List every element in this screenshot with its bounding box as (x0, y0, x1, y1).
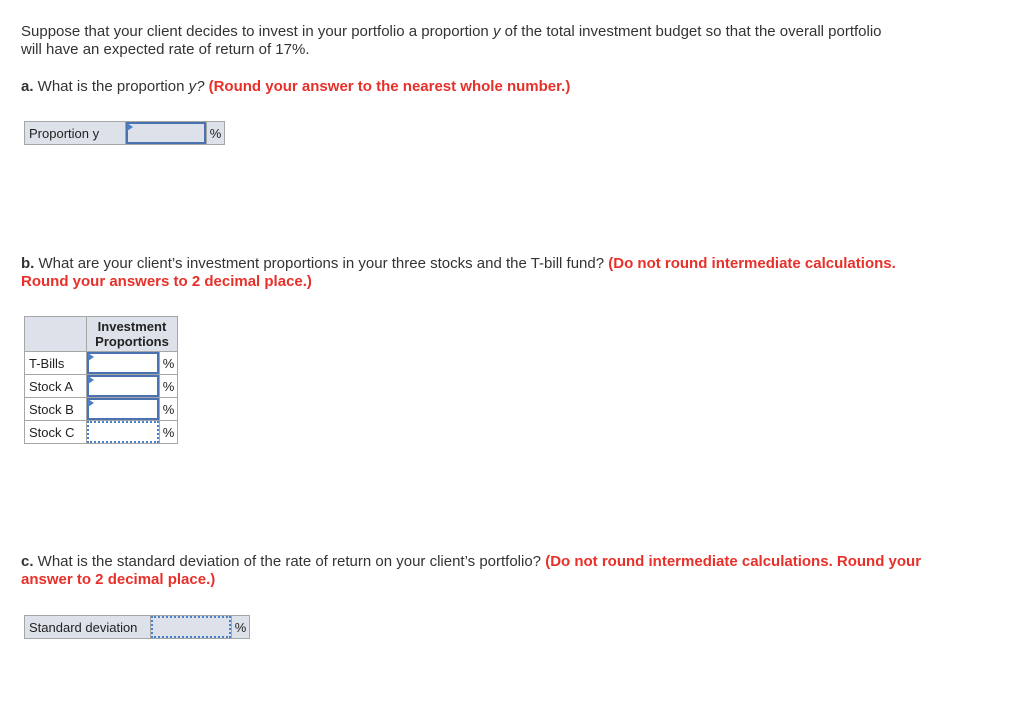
problem-statement: Suppose that your client decides to inve… (21, 23, 882, 59)
part-c-question: c. What is the standard deviation of the… (21, 553, 921, 589)
percent-unit: % (159, 420, 178, 444)
stock-c-input[interactable] (87, 421, 159, 443)
stock-a-input[interactable] (87, 375, 159, 397)
intro-text: Suppose that your client decides to inve… (21, 23, 493, 40)
intro-text: will have an expected rate of return of … (21, 41, 310, 58)
input-flag-icon (127, 123, 133, 131)
table-row: Stock C % (24, 420, 178, 444)
part-a-letter: a. (21, 78, 34, 95)
standard-deviation-row: Standard deviation % (24, 615, 250, 639)
part-c-answer-table: Standard deviation % (24, 615, 250, 639)
stock-c-cell (86, 420, 160, 444)
investment-proportions-header: Investment Proportions (86, 316, 178, 352)
part-a-instruction: (Round your answer to the nearest whole … (204, 78, 571, 95)
header-line: Investment (97, 319, 167, 334)
part-a-text: What is the proportion (33, 78, 189, 95)
standard-deviation-label: Standard deviation (24, 615, 151, 639)
stock-b-input[interactable] (87, 398, 159, 420)
row-label-stock-a: Stock A (24, 374, 87, 398)
investment-proportions-table: Investment Proportions T-Bills % Stock A… (24, 316, 178, 444)
row-label-t-bills: T-Bills (24, 351, 87, 375)
table-row: Stock A % (24, 374, 178, 398)
percent-unit: % (231, 615, 250, 639)
standard-deviation-cell (150, 615, 232, 639)
intro-text: of the total investment budget so that t… (500, 23, 882, 40)
part-b-instruction: Round your answers to 2 decimal place.) (21, 273, 312, 290)
part-c-text: What is the standard deviation of the ra… (33, 553, 546, 570)
proportion-y-label: Proportion y (24, 121, 126, 145)
part-b-question: b. What are your client’s investment pro… (21, 255, 896, 291)
empty-header-cell (24, 316, 87, 352)
proportion-y-row: Proportion y % (24, 121, 225, 145)
row-label-stock-c: Stock C (24, 420, 87, 444)
input-flag-icon (88, 399, 94, 407)
table-row: Stock B % (24, 397, 178, 421)
input-flag-icon (88, 376, 94, 384)
part-c-letter: c. (21, 553, 34, 570)
table-header-row: Investment Proportions (24, 316, 178, 352)
header-line: Proportions (95, 334, 169, 349)
part-c-instruction: (Do not round intermediate calculations.… (545, 553, 922, 570)
part-c-instruction: answer to 2 decimal place.) (21, 571, 216, 588)
t-bills-cell (86, 351, 160, 375)
percent-unit: % (206, 121, 225, 145)
percent-unit: % (159, 397, 178, 421)
part-a-answer-table: Proportion y % (24, 121, 225, 145)
stock-a-cell (86, 374, 160, 398)
standard-deviation-input[interactable] (151, 616, 231, 638)
stock-b-cell (86, 397, 160, 421)
part-a-question: a. What is the proportion y? (Round your… (21, 78, 570, 96)
input-flag-icon (88, 353, 94, 361)
part-b-instruction: (Do not round intermediate calculations. (608, 255, 896, 272)
percent-unit: % (159, 351, 178, 375)
percent-unit: % (159, 374, 178, 398)
t-bills-input[interactable] (87, 352, 159, 374)
variable-y: y? (188, 78, 205, 95)
row-label-stock-b: Stock B (24, 397, 87, 421)
proportion-y-cell (125, 121, 207, 145)
table-row: T-Bills % (24, 351, 178, 375)
proportion-y-input[interactable] (126, 122, 206, 144)
part-b-letter: b. (21, 255, 35, 272)
part-b-text: What are your client’s investment propor… (34, 255, 609, 272)
